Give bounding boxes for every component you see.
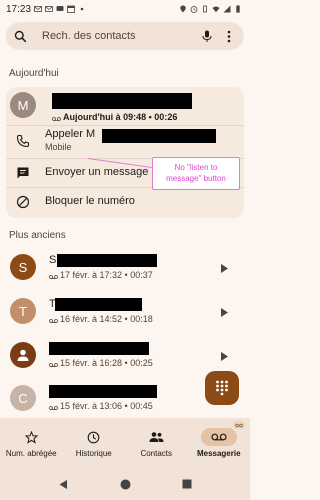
call-action-label: Appeler M — [45, 128, 96, 140]
star-icon — [13, 428, 49, 446]
redacted-name — [55, 298, 142, 311]
nav-label: Messagerie — [196, 449, 241, 458]
send-message-label: Envoyer un message — [45, 166, 149, 178]
call-meta: 15 févr. à 16:28 • 00:25 — [49, 358, 153, 368]
avatar-letter: S — [18, 259, 28, 275]
call-meta-text: 15 févr. à 13:06 • 00:45 — [60, 401, 153, 411]
annotation-line-2: message" button — [166, 174, 226, 183]
message-icon — [16, 166, 30, 180]
call-meta-text: Aujourd'hui à 09:48 • 00:26 — [63, 112, 178, 122]
nav-label: Contacts — [140, 449, 173, 458]
battery-icon — [234, 5, 242, 13]
person-icon — [17, 349, 29, 361]
incoming-call-icon — [52, 114, 61, 121]
status-bar: 17:23 — [0, 0, 250, 18]
incoming-call-icon — [49, 316, 58, 323]
vibrate-icon — [201, 5, 209, 13]
play-icon[interactable] — [220, 349, 229, 361]
gmail-icon — [34, 5, 42, 13]
bottom-navigation: Num. abrégée Historique Contacts Message… — [0, 418, 250, 468]
nav-item-history[interactable]: Historique — [63, 418, 126, 468]
annotation-line-1: No "listen to — [174, 163, 218, 172]
redacted-name — [49, 342, 149, 355]
mic-icon[interactable] — [200, 29, 214, 43]
redacted-name — [52, 93, 192, 109]
clock-icon — [76, 428, 112, 446]
redacted-name — [57, 254, 157, 267]
call-meta-text: 16 févr. à 14:52 • 00:18 — [60, 314, 153, 324]
wifi-icon — [212, 5, 220, 13]
call-meta: 17 févr. à 17:32 • 00:37 — [49, 270, 153, 280]
home-icon[interactable] — [119, 478, 131, 490]
call-meta: 15 févr. à 13:06 • 00:45 — [49, 401, 153, 411]
section-header-older: Plus anciens — [9, 230, 66, 241]
call-meta-text: 17 févr. à 17:32 • 00:37 — [60, 270, 153, 280]
alarm-icon — [190, 5, 198, 13]
system-navigation — [0, 468, 250, 500]
call-meta: 16 févr. à 14:52 • 00:18 — [49, 314, 153, 324]
avatar: S — [10, 254, 36, 280]
call-log-item[interactable]: T T 16 févr. à 14:52 • 00:18 — [0, 290, 250, 334]
more-options-icon[interactable] — [222, 29, 236, 43]
play-icon[interactable] — [220, 305, 229, 317]
dot-icon — [78, 5, 86, 13]
call-log-item[interactable]: S S 17 févr. à 17:32 • 00:37 — [0, 246, 250, 290]
nav-item-speed-dial[interactable]: Num. abrégée — [0, 418, 63, 468]
signal-icon — [223, 5, 231, 13]
nav-label: Historique — [75, 449, 112, 458]
location-icon — [179, 5, 187, 13]
gmail-icon — [45, 5, 53, 13]
notification-badge — [232, 421, 245, 429]
call-meta: Aujourd'hui à 09:48 • 00:26 — [52, 112, 177, 122]
play-icon[interactable] — [220, 261, 229, 273]
message-notification-icon — [56, 5, 64, 13]
avatar-letter: C — [18, 390, 28, 406]
incoming-call-icon — [49, 403, 58, 410]
search-icon — [14, 29, 28, 43]
nav-item-voicemail[interactable]: Messagerie — [188, 418, 251, 468]
dialpad-icon — [216, 380, 228, 396]
calendar-icon — [67, 5, 75, 13]
block-number-action[interactable]: Bloquer le numéro — [6, 188, 244, 216]
status-time: 17:23 — [6, 3, 32, 15]
call-action-sub: Mobile — [45, 142, 72, 152]
expanded-call-card[interactable]: M Aujourd'hui à 09:48 • 00:26 Appeler M … — [6, 87, 244, 218]
avatar-letter: T — [19, 303, 27, 319]
people-icon — [138, 428, 174, 446]
dialpad-button[interactable] — [205, 371, 239, 405]
call-entry-header[interactable]: M Aujourd'hui à 09:48 • 00:26 — [6, 87, 244, 125]
redacted-number — [102, 129, 216, 143]
recents-icon[interactable] — [181, 478, 193, 490]
back-icon[interactable] — [57, 478, 69, 490]
avatar — [10, 342, 36, 368]
block-icon — [16, 195, 30, 209]
avatar: C — [10, 385, 36, 411]
nav-item-contacts[interactable]: Contacts — [125, 418, 188, 468]
nav-label: Num. abrégée — [5, 449, 57, 458]
incoming-call-icon — [49, 360, 58, 367]
redacted-name — [49, 385, 157, 398]
call-meta-text: 15 févr. à 16:28 • 00:25 — [60, 358, 153, 368]
search-input[interactable] — [42, 30, 192, 42]
avatar: T — [10, 298, 36, 324]
section-header-today: Aujourd'hui — [9, 68, 59, 79]
phone-icon — [16, 134, 30, 148]
avatar-letter: M — [17, 97, 29, 113]
annotation-callout: No "listen to message" button — [152, 157, 240, 190]
avatar: M — [10, 92, 36, 118]
caller-name: S — [49, 254, 57, 266]
incoming-call-icon — [49, 272, 58, 279]
block-number-label: Bloquer le numéro — [45, 195, 135, 207]
voicemail-icon — [200, 428, 237, 446]
search-bar[interactable] — [6, 22, 244, 50]
